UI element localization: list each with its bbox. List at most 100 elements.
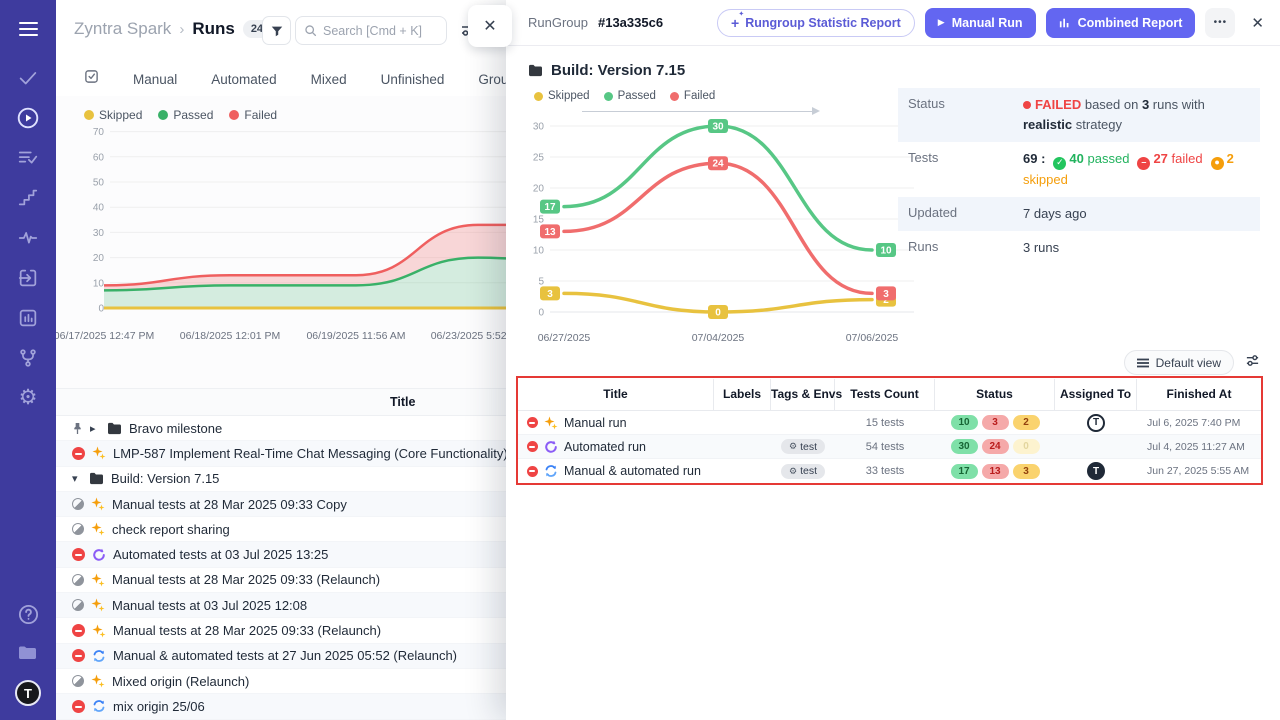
projects-folder-icon[interactable] <box>16 641 40 665</box>
legend-skipped: Skipped <box>534 90 590 102</box>
manual-run-button[interactable]: ▶ Manual Run <box>925 8 1036 38</box>
assignee-avatar[interactable]: T <box>1087 414 1105 432</box>
combined-report-button[interactable]: Combined Report <box>1046 8 1196 38</box>
legend-passed: Passed <box>604 90 656 102</box>
manual-run-icon <box>91 522 105 536</box>
chart-legend: SkippedPassedFailed <box>84 108 277 122</box>
manual-run-icon <box>91 598 105 612</box>
panel-close-button[interactable]: ✕ <box>468 5 512 47</box>
failed-status-icon <box>72 447 85 460</box>
funnel-icon <box>270 24 284 38</box>
column-header-status[interactable]: Status <box>935 379 1055 410</box>
run-title: Manual run <box>564 416 627 430</box>
tab-unfinished[interactable]: Unfinished <box>381 72 445 87</box>
default-view-button[interactable]: Default view <box>1124 350 1234 375</box>
import-box-icon[interactable] <box>16 266 40 290</box>
runs-play-icon[interactable] <box>16 106 40 130</box>
mixed-run-icon <box>92 649 106 663</box>
rungroup-id: #13a335c6 <box>598 15 663 30</box>
filter-button[interactable] <box>262 16 291 45</box>
failed-status-icon <box>527 441 538 452</box>
automated-run-icon <box>544 440 558 454</box>
finished-at: Jul 6, 2025 7:40 PM <box>1137 417 1261 429</box>
user-avatar[interactable]: T <box>15 680 41 706</box>
status-value: FAILED based on 3 runs with realistic st… <box>1023 95 1250 135</box>
column-header-tags-envs[interactable]: Tags & Envs <box>771 379 835 410</box>
runs-table-row[interactable]: Automated run ⚙test 54 tests 30 24 0 Jul… <box>518 435 1261 459</box>
updated-label: Updated <box>908 204 1023 224</box>
runs-table-row[interactable]: Manual & automated run ⚙test 33 tests 17… <box>518 459 1261 483</box>
passed-count-pill: 17 <box>951 464 978 479</box>
plans-list-check-icon[interactable] <box>16 146 40 170</box>
failed-status-icon <box>72 624 85 637</box>
tab-manual[interactable]: Manual <box>133 72 177 87</box>
rungroup-chart: SkippedPassedFailed 0 5 10 15 20 25 30 3… <box>522 90 914 348</box>
tests-check-icon[interactable] <box>16 66 40 90</box>
arrow-annotation <box>582 111 818 112</box>
tags-cell: ⚙test <box>771 464 835 479</box>
svg-text:3: 3 <box>547 289 553 300</box>
failed-status-icon <box>527 417 538 428</box>
run-title: Automated run <box>564 440 646 454</box>
build-title: Build: Version 7.15 <box>551 62 685 79</box>
project-name[interactable]: Zyntra Spark <box>74 19 171 39</box>
pulse-icon[interactable] <box>16 226 40 250</box>
legend-skipped: Skipped <box>84 108 142 122</box>
rungroup-drawer: RunGroup #13a335c6 +✦ Rungroup Statistic… <box>506 0 1280 720</box>
title-column-header: Title <box>390 395 415 409</box>
assignee-avatar[interactable]: T <box>1087 462 1105 480</box>
passed-check-icon: ✓ <box>1053 157 1066 170</box>
in-progress-status-icon <box>72 675 84 687</box>
run-title: LMP-587 Implement Real-Time Chat Messagi… <box>113 446 508 461</box>
search-box[interactable] <box>295 16 447 45</box>
branch-icon[interactable] <box>16 346 40 370</box>
search-input[interactable] <box>323 24 433 38</box>
svg-text:30: 30 <box>93 228 105 239</box>
more-actions-button[interactable]: ••• <box>1205 8 1235 38</box>
manual-run-icon <box>544 416 558 430</box>
table-settings-icon[interactable] <box>1245 353 1260 373</box>
tag-pill[interactable]: ⚙test <box>781 439 825 454</box>
column-header-labels[interactable]: Labels <box>714 379 771 410</box>
analytics-chart-icon[interactable] <box>16 306 40 330</box>
column-header-finished-at[interactable]: Finished At <box>1137 379 1261 410</box>
drawer-close-icon[interactable]: ✕ <box>1251 14 1264 32</box>
runs-table-row[interactable]: Manual run 15 tests 10 3 2 T Jul 6, 2025… <box>518 411 1261 435</box>
skipped-count-pill: 2 <box>1013 415 1040 430</box>
help-icon[interactable] <box>16 602 40 626</box>
rungroup-chart-legend: SkippedPassedFailed <box>522 90 914 102</box>
column-header-title[interactable]: Title <box>518 379 714 410</box>
menu-icon[interactable] <box>19 18 38 40</box>
failed-minus-icon: – <box>1137 157 1150 170</box>
pin-icon <box>72 422 83 435</box>
finished-at: Jul 4, 2025 11:27 AM <box>1137 441 1261 453</box>
x-tick-label: 06/19/2025 11:56 AM <box>306 330 405 342</box>
tag-pill[interactable]: ⚙test <box>781 464 825 479</box>
tab-mixed[interactable]: Mixed <box>311 72 347 87</box>
run-title: Manual tests at 28 Mar 2025 09:33 Copy <box>112 497 347 512</box>
tab-automated[interactable]: Automated <box>211 72 276 87</box>
gear-icon: ⚙ <box>789 466 797 477</box>
run-title: Automated tests at 03 Jul 2025 13:25 <box>113 547 328 562</box>
drawer-header: RunGroup #13a335c6 +✦ Rungroup Statistic… <box>506 0 1280 46</box>
skipped-count-pill: 3 <box>1013 464 1040 479</box>
caret-down-icon[interactable]: ▾ <box>72 472 82 485</box>
build-title-row: Build: Version 7.15 <box>528 62 1280 79</box>
failed-status-icon <box>72 548 85 561</box>
play-icon: ▶ <box>938 17 945 28</box>
statistic-report-button[interactable]: +✦ Rungroup Statistic Report <box>717 9 915 37</box>
x-tick-label: 07/04/2025 <box>692 332 745 344</box>
steps-icon[interactable] <box>16 186 40 210</box>
run-title: Manual tests at 03 Jul 2025 12:08 <box>112 598 307 613</box>
legend-dot-icon <box>670 92 679 101</box>
select-all-icon[interactable] <box>84 69 99 89</box>
column-header-tests-count[interactable]: Tests Count <box>835 379 935 410</box>
caret-right-icon[interactable]: ▸ <box>90 422 100 435</box>
svg-text:0: 0 <box>98 304 104 315</box>
app-root: ⚙ T Zyntra Spark › Runs 243 <box>0 0 1280 720</box>
run-title: Manual tests at 28 Mar 2025 09:33 (Relau… <box>113 623 381 638</box>
updated-value: 7 days ago <box>1023 204 1087 224</box>
column-header-assigned-to[interactable]: Assigned To <box>1055 379 1137 410</box>
settings-gear-icon[interactable]: ⚙ <box>16 386 40 410</box>
status-label: Status <box>908 95 1023 135</box>
